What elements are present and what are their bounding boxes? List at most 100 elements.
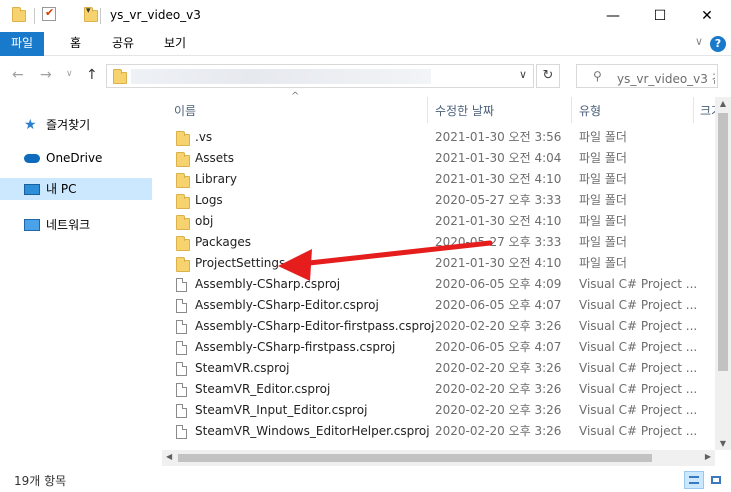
file-row[interactable]: SteamVR_Input_Editor.csproj 2020-02-20 오후…	[162, 400, 715, 421]
file-name: ProjectSettings	[195, 256, 286, 270]
details-view-button[interactable]	[684, 471, 704, 489]
item-count: 19개 항목	[14, 474, 67, 488]
file-icon	[176, 362, 187, 376]
column-divider[interactable]	[693, 97, 694, 123]
file-icon	[176, 383, 187, 397]
folder-icon	[176, 194, 190, 209]
file-row[interactable]: Assembly-CSharp-Editor.csproj 2020-06-05 …	[162, 295, 715, 316]
expand-ribbon-icon[interactable]: ∨	[695, 35, 703, 48]
network-icon	[24, 218, 40, 232]
nav-item-this-pc[interactable]: 내 PC	[0, 178, 152, 200]
file-row[interactable]: ProjectSettings 2021-01-30 오전 4:10 파일 폴더	[162, 253, 715, 274]
file-row[interactable]: Packages 2020-05-27 오후 3:33 파일 폴더	[162, 232, 715, 253]
file-row[interactable]: Assembly-CSharp.csproj 2020-06-05 오후 4:09…	[162, 274, 715, 295]
file-name: Assembly-CSharp-Editor.csproj	[195, 298, 379, 312]
column-header-modified[interactable]: 수정한 날짜	[435, 102, 494, 119]
scroll-down-icon[interactable]: ▼	[715, 439, 731, 448]
address-bar[interactable]: ∨	[106, 64, 534, 88]
column-header-size[interactable]: 크기	[700, 102, 715, 119]
folder-icon	[113, 69, 127, 84]
divider	[34, 8, 35, 24]
large-icons-view-button[interactable]	[706, 471, 726, 489]
file-row[interactable]: SteamVR_Windows_EditorHelper.csproj 2020-…	[162, 421, 715, 442]
vertical-scrollbar[interactable]: ▲ ▼	[715, 97, 731, 450]
file-row[interactable]: SteamVR_Editor.csproj 2020-02-20 오후 3:26 V…	[162, 379, 715, 400]
folder-icon	[176, 173, 190, 188]
file-row[interactable]: Assembly-CSharp-firstpass.csproj 2020-06-…	[162, 337, 715, 358]
file-row[interactable]: Assets 2021-01-30 오전 4:04 파일 폴더	[162, 148, 715, 169]
maximize-button[interactable]: ☐	[637, 0, 683, 32]
file-row[interactable]: .vs 2021-01-30 오전 3:56 파일 폴더	[162, 127, 715, 148]
nav-item-onedrive[interactable]: OneDrive	[0, 147, 152, 169]
folder-icon	[176, 152, 190, 167]
nav-item-quick-access[interactable]: ★ 즐겨찾기	[0, 114, 152, 136]
file-row[interactable]: Library 2021-01-30 오전 4:10 파일 폴더	[162, 169, 715, 190]
customize-quick-access-icon[interactable]: ▾	[86, 6, 91, 22]
column-divider[interactable]	[427, 97, 428, 123]
tab-home[interactable]: 홈	[58, 32, 93, 56]
column-header-name[interactable]: 이름	[174, 102, 196, 119]
file-name: SteamVR_Input_Editor.csproj	[195, 403, 368, 417]
file-row[interactable]: SteamVR.csproj 2020-02-20 오후 3:26 Visual C…	[162, 358, 715, 379]
scroll-thumb[interactable]	[718, 113, 728, 371]
column-headers: ^ 이름 수정한 날짜 유형 크기	[162, 91, 715, 123]
computer-icon	[24, 182, 40, 196]
properties-icon[interactable]: ✔	[42, 6, 56, 21]
tab-view[interactable]: 보기	[152, 32, 198, 56]
details-view-icon	[689, 476, 699, 484]
file-date: 2020-02-20 오후 3:26	[435, 382, 562, 396]
recent-locations-button[interactable]: ∨	[66, 69, 73, 79]
file-row[interactable]: Assembly-CSharp-Editor-firstpass.csproj 2…	[162, 316, 715, 337]
file-type: Visual C# Project ...	[579, 361, 697, 375]
search-icon: ⚲	[593, 69, 602, 83]
file-name: Assembly-CSharp-firstpass.csproj	[195, 340, 396, 354]
file-name: Packages	[195, 235, 251, 249]
file-type: Visual C# Project ...	[579, 277, 697, 291]
tab-file[interactable]: 파일	[0, 32, 44, 56]
up-button[interactable]: ↑	[86, 67, 98, 83]
file-date: 2021-01-30 오전 4:10	[435, 172, 562, 186]
file-type: Visual C# Project ...	[579, 403, 697, 417]
search-placeholder: ys_vr_video_v3 검색	[617, 72, 715, 86]
file-type: 파일 폴더	[579, 193, 627, 207]
file-row[interactable]: obj 2021-01-30 오전 4:10 파일 폴더	[162, 211, 715, 232]
file-type: 파일 폴더	[579, 130, 627, 144]
scroll-right-icon[interactable]: ▶	[705, 452, 711, 461]
refresh-button[interactable]: ↻	[536, 64, 560, 88]
file-type: 파일 폴더	[579, 151, 627, 165]
nav-item-network[interactable]: 네트워크	[0, 214, 152, 236]
column-divider[interactable]	[571, 97, 572, 123]
search-box[interactable]: ⚲ ys_vr_video_v3 검색	[576, 64, 718, 88]
horizontal-scrollbar[interactable]: ◀ ▶	[162, 450, 715, 466]
file-name: obj	[195, 214, 214, 228]
file-date: 2020-02-20 오후 3:26	[435, 424, 562, 438]
back-button[interactable]: ←	[12, 67, 24, 83]
file-row[interactable]: Logs 2020-05-27 오후 3:33 파일 폴더	[162, 190, 715, 211]
scroll-left-icon[interactable]: ◀	[166, 452, 172, 461]
chevron-down-icon[interactable]: ∨	[519, 68, 527, 81]
nav-item-label: 네트워크	[46, 218, 91, 232]
scroll-up-icon[interactable]: ▲	[715, 99, 731, 108]
tab-share[interactable]: 공유	[100, 32, 146, 56]
close-button[interactable]: ✕	[684, 0, 730, 32]
forward-button[interactable]: →	[40, 67, 52, 83]
file-name: Assets	[195, 151, 235, 165]
file-name: Library	[195, 172, 237, 186]
ribbon-tabs: 파일 홈 공유 보기 ∨ ?	[0, 32, 731, 56]
help-icon[interactable]: ?	[710, 36, 726, 52]
large-icons-view-icon	[711, 476, 721, 484]
file-type: 파일 폴더	[579, 256, 627, 270]
file-icon	[176, 404, 187, 418]
folder-icon	[12, 7, 26, 22]
file-type: Visual C# Project ...	[579, 424, 697, 438]
star-icon: ★	[24, 117, 37, 133]
scroll-thumb[interactable]	[178, 454, 652, 462]
minimize-button[interactable]: —	[590, 0, 636, 32]
column-header-type[interactable]: 유형	[579, 102, 601, 119]
file-name: SteamVR_Windows_EditorHelper.csproj	[195, 424, 430, 438]
file-date: 2021-01-30 오전 4:04	[435, 151, 562, 165]
file-date: 2020-02-20 오후 3:26	[435, 361, 562, 375]
status-bar: 19개 항목	[0, 466, 731, 492]
file-date: 2020-02-20 오후 3:26	[435, 319, 562, 333]
window-title: ys_vr_video_v3	[110, 8, 201, 22]
